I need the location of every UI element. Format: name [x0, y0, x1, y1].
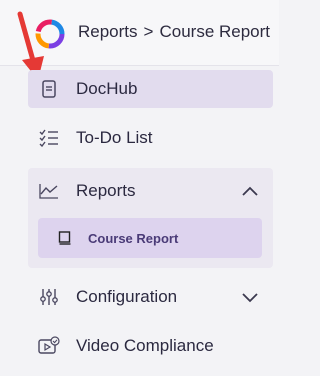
line-chart-icon	[38, 180, 60, 202]
sidebar-item-dochub[interactable]: DocHub	[28, 70, 273, 108]
breadcrumb: Reports > Course Report	[78, 22, 270, 42]
breadcrumb-item-reports[interactable]: Reports	[78, 22, 138, 42]
sidebar-item-label: To-Do List	[76, 128, 153, 147]
breadcrumb-item-course-report: Course Report	[159, 22, 271, 41]
document-icon	[38, 78, 60, 100]
sidebar-item-label: DocHub	[76, 79, 138, 98]
sidebar-item-label: Configuration	[76, 287, 178, 306]
checklist-icon	[38, 127, 60, 149]
sidebar-subitem-course-report[interactable]: Course Report	[38, 218, 262, 258]
sidebar-item-configuration[interactable]: Configuration	[28, 278, 273, 316]
chevron-up-icon[interactable]	[241, 185, 259, 197]
chevron-down-icon[interactable]	[241, 291, 259, 303]
sidebar-item-reports[interactable]: Reports	[28, 172, 273, 210]
sidebar-item-video-compliance[interactable]: Video Compliance	[28, 327, 273, 365]
sidebar-item-label: Video Compliance	[76, 336, 214, 355]
video-check-icon	[38, 335, 60, 357]
sidebar-item-label: Reports	[76, 181, 136, 200]
book-icon	[58, 230, 74, 246]
sidebar-item-todo-list[interactable]: To-Do List	[28, 119, 273, 157]
sliders-icon	[38, 286, 60, 308]
sidebar-subitem-label: Course Report	[88, 230, 179, 246]
breadcrumb-separator: >	[143, 22, 154, 41]
